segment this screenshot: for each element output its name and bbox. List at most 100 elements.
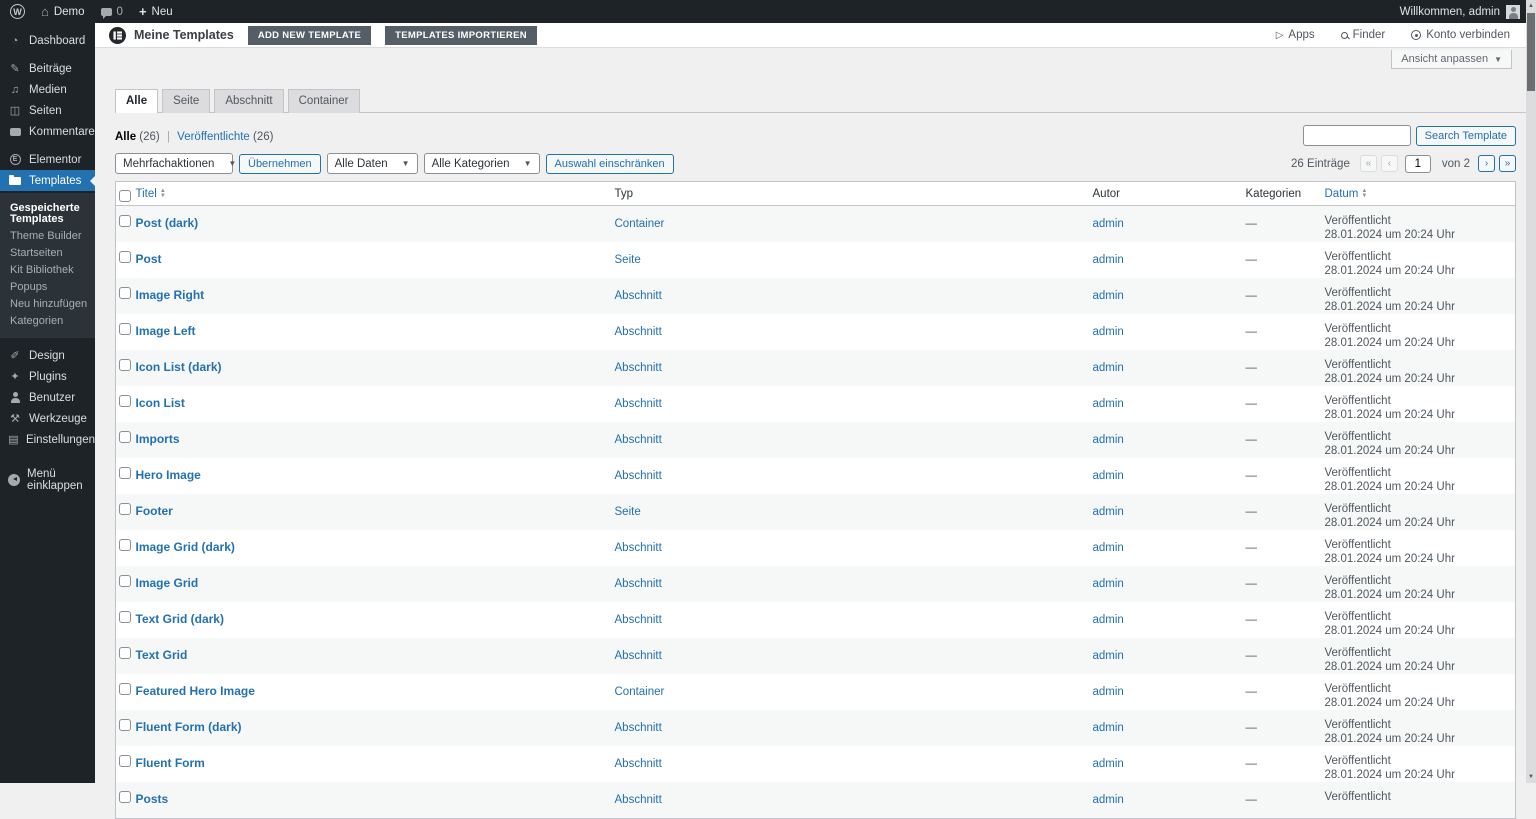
template-type-link[interactable]: Abschnitt xyxy=(615,434,662,446)
bulk-actions-select[interactable]: Mehrfachaktionen ▼ xyxy=(115,153,233,174)
row-checkbox[interactable] xyxy=(119,539,131,551)
author-link[interactable]: admin xyxy=(1093,398,1124,410)
template-type-link[interactable]: Abschnitt xyxy=(615,650,662,662)
sidebar-item-benutzer[interactable]: Benutzer xyxy=(0,387,95,408)
author-link[interactable]: admin xyxy=(1093,254,1124,266)
account-menu[interactable]: Willkommen, admin xyxy=(1400,5,1536,19)
row-checkbox[interactable] xyxy=(119,503,131,515)
tab-alle[interactable]: Alle xyxy=(115,89,158,113)
row-checkbox[interactable] xyxy=(119,395,131,407)
template-type-link[interactable]: Container xyxy=(615,686,665,698)
sort-by-title[interactable]: Titel▲▼ xyxy=(136,188,166,200)
sidebar-item-medien[interactable]: ♫ Medien xyxy=(0,79,95,100)
author-link[interactable]: admin xyxy=(1093,470,1124,482)
template-type-link[interactable]: Abschnitt xyxy=(615,398,662,410)
template-type-link[interactable]: Abschnitt xyxy=(615,722,662,734)
row-checkbox[interactable] xyxy=(119,647,131,659)
tab-container[interactable]: Container xyxy=(288,89,360,113)
template-title-link[interactable]: Fluent Form xyxy=(136,756,205,770)
sidebar-item-men-einklappen[interactable]: Menü einklappen xyxy=(0,469,95,490)
template-type-link[interactable]: Abschnitt xyxy=(615,794,662,806)
template-type-link[interactable]: Seite xyxy=(615,506,641,518)
scrollbar[interactable]: ▲ ▼ xyxy=(1526,0,1536,783)
scrollbar-thumb[interactable] xyxy=(1527,13,1535,91)
author-link[interactable]: admin xyxy=(1093,434,1124,446)
row-checkbox[interactable] xyxy=(119,251,131,263)
next-page-button[interactable]: › xyxy=(1478,155,1495,172)
author-link[interactable]: admin xyxy=(1093,722,1124,734)
author-link[interactable]: admin xyxy=(1093,218,1124,230)
row-checkbox[interactable] xyxy=(119,359,131,371)
connect-account-link[interactable]: Konto verbinden xyxy=(1411,29,1510,41)
search-input[interactable] xyxy=(1303,125,1411,146)
wordpress-logo-icon[interactable]: W xyxy=(10,4,25,19)
sidebar-item-werkzeuge[interactable]: ⚒ Werkzeuge xyxy=(0,408,95,429)
template-type-link[interactable]: Abschnitt xyxy=(615,326,662,338)
template-title-link[interactable]: Post (dark) xyxy=(136,216,199,230)
dates-filter-select[interactable]: Alle Daten ▼ xyxy=(327,153,418,174)
submenu-item-gespeicherte-templates[interactable]: Gespeicherte Templates xyxy=(0,200,95,228)
categories-filter-select[interactable]: Alle Kategorien ▼ xyxy=(424,153,540,174)
template-title-link[interactable]: Post xyxy=(136,252,162,266)
author-link[interactable]: admin xyxy=(1093,686,1124,698)
template-title-link[interactable]: Imports xyxy=(136,432,180,446)
author-link[interactable]: admin xyxy=(1093,794,1124,806)
comments-admin-link[interactable]: 0 xyxy=(101,6,123,18)
screen-options-button[interactable]: Ansicht anpassen ▼ xyxy=(1391,50,1512,69)
author-link[interactable]: admin xyxy=(1093,326,1124,338)
template-title-link[interactable]: Image Right xyxy=(136,288,205,302)
template-title-link[interactable]: Fluent Form (dark) xyxy=(136,720,242,734)
site-home-link[interactable]: ⌂ Demo xyxy=(41,5,85,18)
template-type-link[interactable]: Abschnitt xyxy=(615,542,662,554)
template-title-link[interactable]: Image Grid (dark) xyxy=(136,540,235,554)
template-type-link[interactable]: Abschnitt xyxy=(615,614,662,626)
search-template-button[interactable]: Search Template xyxy=(1416,126,1516,146)
template-title-link[interactable]: Hero Image xyxy=(136,468,201,482)
import-templates-button[interactable]: TEMPLATES IMPORTIEREN xyxy=(385,26,537,45)
sidebar-item-einstellungen[interactable]: ▤ Einstellungen xyxy=(0,429,95,450)
submenu-item-startseiten[interactable]: Startseiten xyxy=(0,245,95,262)
filter-published-link[interactable]: Veröffentlichte xyxy=(177,131,250,143)
tab-abschnitt[interactable]: Abschnitt xyxy=(214,89,283,113)
template-type-link[interactable]: Abschnitt xyxy=(615,362,662,374)
filter-button[interactable]: Auswahl einschränken xyxy=(546,154,674,174)
author-link[interactable]: admin xyxy=(1093,506,1124,518)
template-title-link[interactable]: Posts xyxy=(136,792,169,806)
apps-link[interactable]: ▷ Apps xyxy=(1276,29,1315,41)
row-checkbox[interactable] xyxy=(119,719,131,731)
author-link[interactable]: admin xyxy=(1093,650,1124,662)
sidebar-item-design[interactable]: ✐ Design xyxy=(0,345,95,366)
scroll-up-icon[interactable]: ▲ xyxy=(1526,0,1536,12)
sort-by-date[interactable]: Datum▲▼ xyxy=(1325,188,1368,200)
new-content-link[interactable]: + Neu xyxy=(139,5,173,18)
row-checkbox[interactable] xyxy=(119,755,131,767)
add-new-template-button[interactable]: ADD NEW TEMPLATE xyxy=(248,26,371,45)
apply-button[interactable]: Übernehmen xyxy=(239,154,321,174)
template-title-link[interactable]: Text Grid xyxy=(136,648,188,662)
row-checkbox[interactable] xyxy=(119,683,131,695)
sidebar-item-templates[interactable]: Templates xyxy=(0,170,95,191)
template-title-link[interactable]: Icon List (dark) xyxy=(136,360,222,374)
row-checkbox[interactable] xyxy=(119,287,131,299)
submenu-item-kit-bibliothek[interactable]: Kit Bibliothek xyxy=(0,262,95,279)
author-link[interactable]: admin xyxy=(1093,758,1124,770)
template-type-link[interactable]: Abschnitt xyxy=(615,290,662,302)
row-checkbox[interactable] xyxy=(119,791,131,803)
sidebar-item-elementor[interactable]: E Elementor xyxy=(0,149,95,170)
tab-seite[interactable]: Seite xyxy=(162,89,210,113)
current-page-input[interactable] xyxy=(1405,155,1431,173)
template-type-link[interactable]: Abschnitt xyxy=(615,758,662,770)
author-link[interactable]: admin xyxy=(1093,362,1124,374)
template-title-link[interactable]: Image Grid xyxy=(136,576,199,590)
submenu-item-theme-builder[interactable]: Theme Builder xyxy=(0,228,95,245)
select-all-checkbox[interactable] xyxy=(119,190,131,202)
sidebar-item-kommentare[interactable]: Kommentare xyxy=(0,121,95,142)
row-checkbox[interactable] xyxy=(119,611,131,623)
finder-link[interactable]: Finder xyxy=(1341,29,1386,41)
row-checkbox[interactable] xyxy=(119,575,131,587)
submenu-item-neu-hinzuf-gen[interactable]: Neu hinzufügen xyxy=(0,296,95,313)
submenu-item-popups[interactable]: Popups xyxy=(0,279,95,296)
row-checkbox[interactable] xyxy=(119,323,131,335)
sidebar-item-plugins[interactable]: ✦ Plugins xyxy=(0,366,95,387)
scroll-down-icon[interactable]: ▼ xyxy=(1526,771,1536,783)
